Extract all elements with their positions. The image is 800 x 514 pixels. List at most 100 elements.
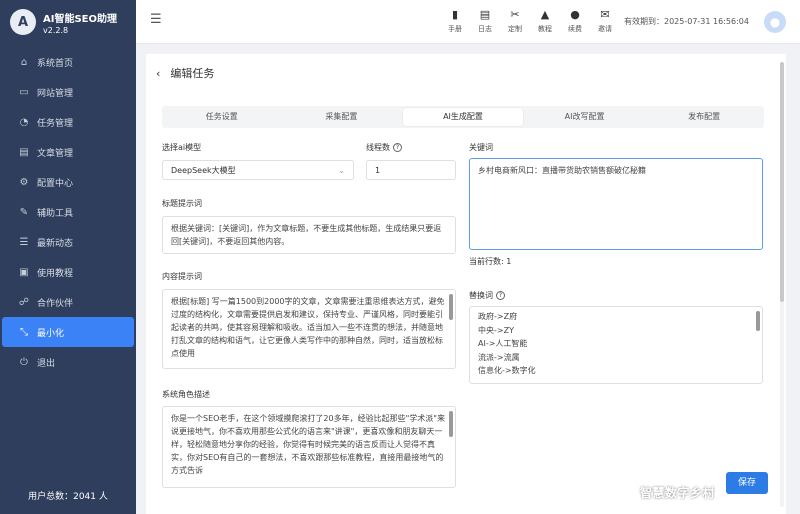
log-icon: ▤	[479, 8, 491, 21]
chevron-down-icon: ⌄	[338, 165, 345, 175]
sidebar-item-label: 最小化	[37, 328, 65, 339]
sidebar-item-label: 系统首页	[37, 58, 74, 69]
system-role-value: 你是一个SEO老手，在这个领域摸爬滚打了20多年，经验比起那些"学术派"来说更接…	[171, 414, 445, 475]
logout-icon: ⏻	[20, 356, 28, 368]
monitor-icon: ▣	[19, 266, 29, 278]
sidebar-item-label: 辅助工具	[37, 208, 74, 219]
topbar: ☰ ▮ 手册 ▤ 日志 ✂ 定制 ▲ 教程 ● 续费 ✉ 邀请 有效期到：2025-07-3…	[136, 0, 800, 44]
app-version: v2.2.8	[43, 25, 69, 35]
tool-label: 日志	[478, 25, 492, 33]
sidebar-nav: ⌂ 系统首页 ▭ 网站管理 ◔ 任务管理 ▤ 文章管理 ⚙ 配置中心 ✎ 辅助工具 ☰ 最新动…	[0, 47, 136, 377]
sidebar-item-sites[interactable]: ▭ 网站管理	[0, 77, 136, 107]
config-tabs: 任务设置 采集配置 AI生成配置 AI改写配置 发布配置	[162, 106, 764, 128]
manual-icon: ▮	[451, 8, 459, 21]
site-icon: ▭	[19, 86, 29, 98]
content-prompt-textarea[interactable]: 根据[标题] 写一篇1500到2000字的文章，文章需要注重思维表达方式，避免过…	[162, 289, 456, 369]
tool-label: 定制	[508, 25, 522, 33]
system-role-textarea[interactable]: 你是一个SEO老手，在这个领域摸爬滚打了20多年，经验比起那些"学术派"来说更接…	[162, 406, 456, 488]
custom-icon: ✂	[510, 8, 520, 21]
tool-tutorial[interactable]: ▲ 教程	[530, 7, 560, 34]
model-label: 选择ai模型	[162, 143, 202, 152]
sidebar-item-tools[interactable]: ✎ 辅助工具	[0, 197, 136, 227]
sidebar-item-label: 文章管理	[37, 148, 74, 159]
replace-words-textarea[interactable]: 政府->Z府 中央->ZY AI->人工智能 流派->流属 信息化->数字化	[469, 306, 763, 384]
renew-icon: ●	[570, 8, 580, 21]
sidebar-item-minimize[interactable]: ⤡ 最小化	[2, 317, 134, 347]
tool-manual[interactable]: ▮ 手册	[440, 7, 470, 34]
sidebar-item-home[interactable]: ⌂ 系统首页	[0, 47, 136, 77]
tab-task-settings[interactable]: 任务设置	[162, 106, 282, 128]
keyword-textarea[interactable]: 乡村电商新风口：直播带货助农销售额破亿秘籍	[469, 158, 763, 250]
model-select[interactable]: DeepSeek大模型 ⌄	[162, 160, 354, 180]
avatar[interactable]: ●	[764, 11, 786, 33]
tool-label: 教程	[538, 25, 552, 33]
toolbar: ▮ 手册 ▤ 日志 ✂ 定制 ▲ 教程 ● 续费 ✉ 邀请	[440, 7, 620, 34]
app-logo: A	[10, 9, 36, 35]
threads-input[interactable]: 1	[366, 160, 456, 180]
textarea-scrollbar[interactable]	[756, 311, 760, 331]
sidebar-item-config[interactable]: ⚙ 配置中心	[0, 167, 136, 197]
title-prompt-label: 标题提示词	[162, 199, 202, 208]
replace-label: 替换词?	[469, 290, 505, 301]
sidebar-item-partners[interactable]: ☍ 合作伙伴	[0, 287, 136, 317]
threads-label: 线程数?	[366, 142, 402, 153]
page-header: ‹ 编辑任务	[146, 54, 786, 92]
tool-log[interactable]: ▤ 日志	[470, 7, 500, 34]
partner-icon: ☍	[18, 296, 30, 308]
tool-custom[interactable]: ✂ 定制	[500, 7, 530, 34]
task-icon: ◔	[19, 116, 29, 128]
help-icon[interactable]: ?	[393, 143, 402, 152]
sidebar-item-label: 使用教程	[37, 268, 74, 279]
sidebar-item-label: 网站管理	[37, 88, 74, 99]
title-prompt-value: 根据关键词：[关键词]，作为文章标题，不要生成其他标题，生成结果只要返回[关键词…	[171, 224, 442, 246]
textarea-scrollbar[interactable]	[449, 411, 453, 437]
content-prompt-value: 根据[标题] 写一篇1500到2000字的文章，文章需要注重思维表达方式，避免过…	[171, 297, 445, 358]
help-icon[interactable]: ?	[496, 291, 505, 300]
sidebar-item-logout[interactable]: ⏻ 退出	[0, 347, 136, 377]
scroll-thumb[interactable]	[780, 62, 784, 302]
threads-value: 1	[375, 165, 381, 175]
back-icon[interactable]: ‹	[156, 67, 160, 80]
tab-ai-generate-config[interactable]: AI生成配置	[403, 108, 523, 126]
tab-collect-config[interactable]: 采集配置	[282, 106, 402, 128]
article-icon: ▤	[19, 146, 29, 158]
app-name: AI智能SEO助理	[43, 13, 117, 25]
tab-ai-rewrite-config[interactable]: AI改写配置	[525, 106, 645, 128]
tool-invite[interactable]: ✉ 邀请	[590, 7, 620, 34]
sidebar-item-news[interactable]: ☰ 最新动态	[0, 227, 136, 257]
sidebar: A AI智能SEO助理 v2.2.8 ⌂ 系统首页 ▭ 网站管理 ◔ 任务管理 ▤ 文章…	[0, 0, 136, 514]
threads-label-text: 线程数	[366, 143, 390, 152]
list-item: 流派->流属	[478, 352, 520, 362]
tool-renew[interactable]: ● 续费	[560, 7, 590, 34]
model-value: DeepSeek大模型	[171, 165, 236, 175]
list-item: 信息化->数字化	[478, 366, 536, 375]
config-icon: ⚙	[19, 176, 29, 188]
textarea-scrollbar[interactable]	[449, 294, 453, 320]
sidebar-item-tutorial[interactable]: ▣ 使用教程	[0, 257, 136, 287]
tutorial-icon: ▲	[540, 8, 550, 21]
save-button[interactable]: 保存	[726, 472, 768, 494]
watermark: 智慧数字乡村	[640, 486, 716, 500]
replace-label-text: 替换词	[469, 291, 493, 300]
page-scrollbar[interactable]	[780, 62, 784, 507]
news-icon: ☰	[19, 236, 29, 248]
user-total: 用户总数：2041 人	[28, 492, 108, 502]
sidebar-item-label: 配置中心	[37, 178, 74, 189]
invite-icon: ✉	[600, 8, 610, 21]
content-prompt-label: 内容提示词	[162, 272, 202, 281]
sidebar-item-label: 合作伙伴	[37, 298, 74, 309]
system-role-label: 系统角色描述	[162, 390, 210, 399]
wrench-icon: ✎	[19, 206, 29, 218]
sidebar-item-articles[interactable]: ▤ 文章管理	[0, 137, 136, 167]
sidebar-item-tasks[interactable]: ◔ 任务管理	[0, 107, 136, 137]
brand: A AI智能SEO助理 v2.2.8	[0, 0, 136, 44]
keyword-label: 关键词	[469, 143, 493, 152]
page-title: 编辑任务	[170, 67, 215, 80]
minimize-icon: ⤡	[20, 326, 28, 338]
tool-label: 邀请	[598, 25, 612, 33]
title-prompt-textarea[interactable]: 根据关键词：[关键词]，作为文章标题，不要生成其他标题，生成结果只要返回[关键词…	[162, 216, 456, 254]
expiry-date: 有效期到：2025-07-31 16:56:04	[624, 17, 749, 26]
menu-toggle-icon[interactable]: ☰	[150, 12, 162, 27]
sidebar-item-label: 退出	[37, 358, 56, 369]
tab-publish-config[interactable]: 发布配置	[644, 106, 764, 128]
